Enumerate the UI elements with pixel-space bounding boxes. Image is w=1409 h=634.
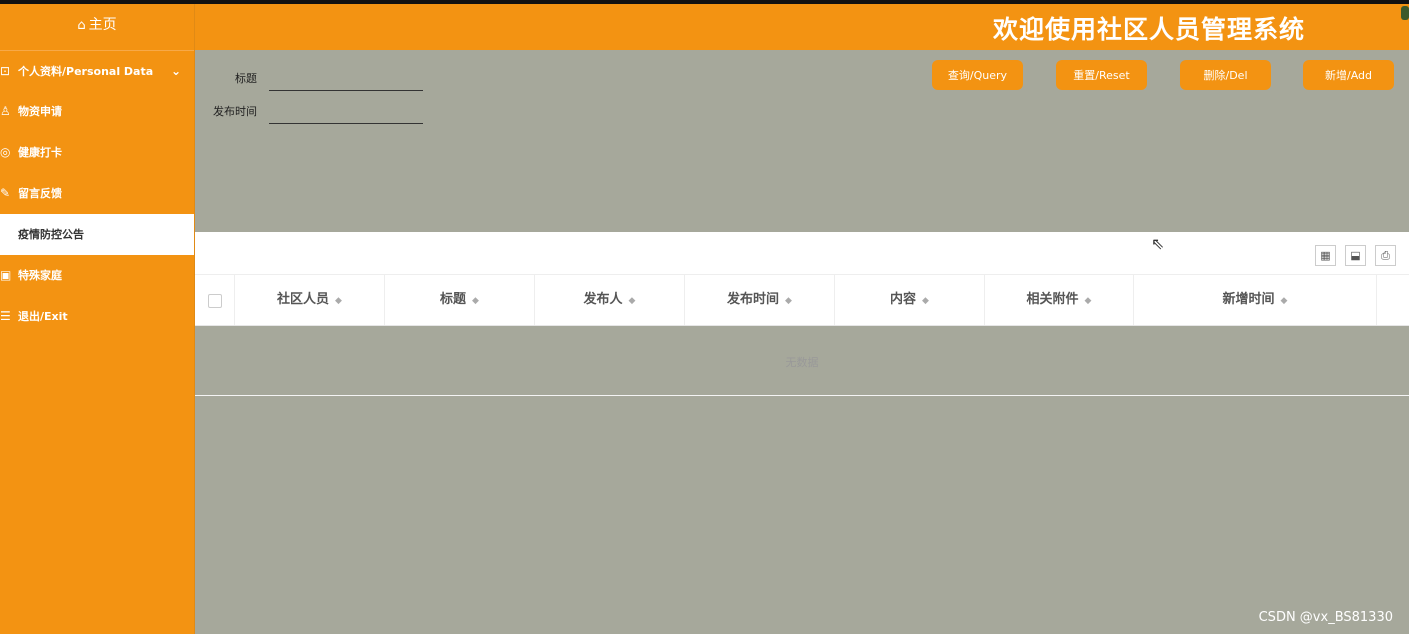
- home-icon: ⌂: [77, 18, 86, 33]
- table-toolbar: ▦ ⬓ ⎙: [195, 232, 1409, 275]
- sidebar-item-personal-data[interactable]: ⊡ 个人资料/Personal Data ⌄: [0, 51, 194, 91]
- chevron-down-icon: ⌄: [170, 64, 181, 78]
- column-header[interactable]: 发布人 ◆: [535, 275, 685, 325]
- query-button[interactable]: 查询/Query: [932, 60, 1023, 90]
- sidebar-item-label: 退出/Exit: [18, 310, 68, 323]
- sidebar-item-label: 特殊家庭: [18, 269, 62, 282]
- sidebar: ⌂ 主页 ⊡ 个人资料/Personal Data ⌄ ♙ 物资申请 ◎ 健康打卡 ✎ 留…: [0, 4, 195, 634]
- export-icon[interactable]: ⬓: [1345, 245, 1366, 266]
- exit-icon: ☰: [0, 309, 11, 323]
- reset-button[interactable]: 重置/Reset: [1056, 60, 1147, 90]
- pencil-icon: ✎: [0, 186, 11, 200]
- sort-icon: ◆: [1280, 296, 1288, 306]
- column-header[interactable]: 标题 ◆: [385, 275, 535, 325]
- title-input[interactable]: [269, 66, 423, 91]
- sidebar-item-label: 健康打卡: [18, 146, 62, 159]
- sidebar-item-exit[interactable]: ☰ 退出/Exit: [0, 296, 194, 337]
- watermark: CSDN @vx_BS81330: [1258, 610, 1393, 625]
- search-panel: 标题 发布时间 查询/Query 重置/Reset 删除/Del 新增/Add: [195, 50, 1409, 232]
- scrollbar-handle[interactable]: [1401, 6, 1409, 20]
- sort-icon: ◆: [785, 296, 792, 306]
- page-title: 欢迎使用社区人员管理系统: [992, 15, 1305, 44]
- sort-icon: ◆: [335, 296, 342, 306]
- sort-icon: ◆: [1084, 296, 1092, 306]
- camera-icon: ◎: [0, 145, 11, 159]
- column-header[interactable]: 社区人员 ◆: [235, 275, 385, 325]
- add-button[interactable]: 新增/Add: [1303, 60, 1394, 90]
- sidebar-item-feedback[interactable]: ✎ 留言反馈: [0, 173, 194, 214]
- user-card-icon: ⊡: [0, 64, 11, 78]
- sidebar-item-label: 个人资料/Personal Data: [18, 65, 154, 78]
- date-input[interactable]: [269, 99, 423, 124]
- sidebar-item-epidemic-notice[interactable]: 疫情防控公告: [0, 214, 194, 255]
- column-header[interactable]: 内容 ◆: [835, 275, 985, 325]
- document-icon: ▣: [0, 268, 12, 282]
- sidebar-item-label: 物资申请: [18, 105, 62, 118]
- empty-message: 无数据: [785, 356, 819, 369]
- home-label: 主页: [88, 17, 117, 33]
- sidebar-item-health-checkin[interactable]: ◎ 健康打卡: [0, 132, 194, 173]
- table-header: 社区人员 ◆ 标题 ◆ 发布人 ◆ 发布时间 ◆ 内容 ◆ 相关附件 ◆ 新增时间 ◆: [195, 275, 1409, 326]
- sidebar-home[interactable]: ⌂ 主页: [0, 4, 194, 51]
- print-icon[interactable]: ⎙: [1375, 245, 1396, 266]
- title-label: 标题: [235, 72, 257, 85]
- sort-icon: ◆: [922, 296, 929, 306]
- column-header[interactable]: 发布时间 ◆: [685, 275, 835, 325]
- sort-icon: ◆: [628, 296, 636, 306]
- column-header[interactable]: 新增时间 ◆: [1134, 275, 1377, 325]
- data-table: ▦ ⬓ ⎙ 社区人员 ◆ 标题 ◆ 发布人 ◆ 发布时间 ◆ 内容 ◆ 相关附件 ◆ 新增时…: [195, 232, 1409, 396]
- select-all-checkbox[interactable]: [208, 294, 222, 308]
- mouse-cursor-icon: ⇖: [1151, 234, 1165, 253]
- column-header[interactable]: 相关附件 ◆: [985, 275, 1134, 325]
- person-icon: ♙: [0, 104, 11, 118]
- sidebar-item-supply-request[interactable]: ♙ 物资申请: [0, 91, 194, 132]
- title-field: 标题: [209, 66, 423, 91]
- sidebar-item-label: 疫情防控公告: [18, 228, 84, 241]
- date-field: 发布时间: [209, 99, 423, 124]
- sidebar-item-label: 留言反馈: [18, 187, 62, 200]
- columns-icon[interactable]: ▦: [1315, 245, 1336, 266]
- sidebar-item-special-family[interactable]: ▣ 特殊家庭: [0, 255, 194, 296]
- header-bar: 欢迎使用社区人员管理系统: [0, 4, 1409, 50]
- sort-icon: ◆: [472, 296, 479, 306]
- select-all-cell: [195, 275, 235, 325]
- table-body: 无数据: [195, 326, 1409, 396]
- delete-button[interactable]: 删除/Del: [1180, 60, 1271, 90]
- date-label: 发布时间: [213, 105, 257, 118]
